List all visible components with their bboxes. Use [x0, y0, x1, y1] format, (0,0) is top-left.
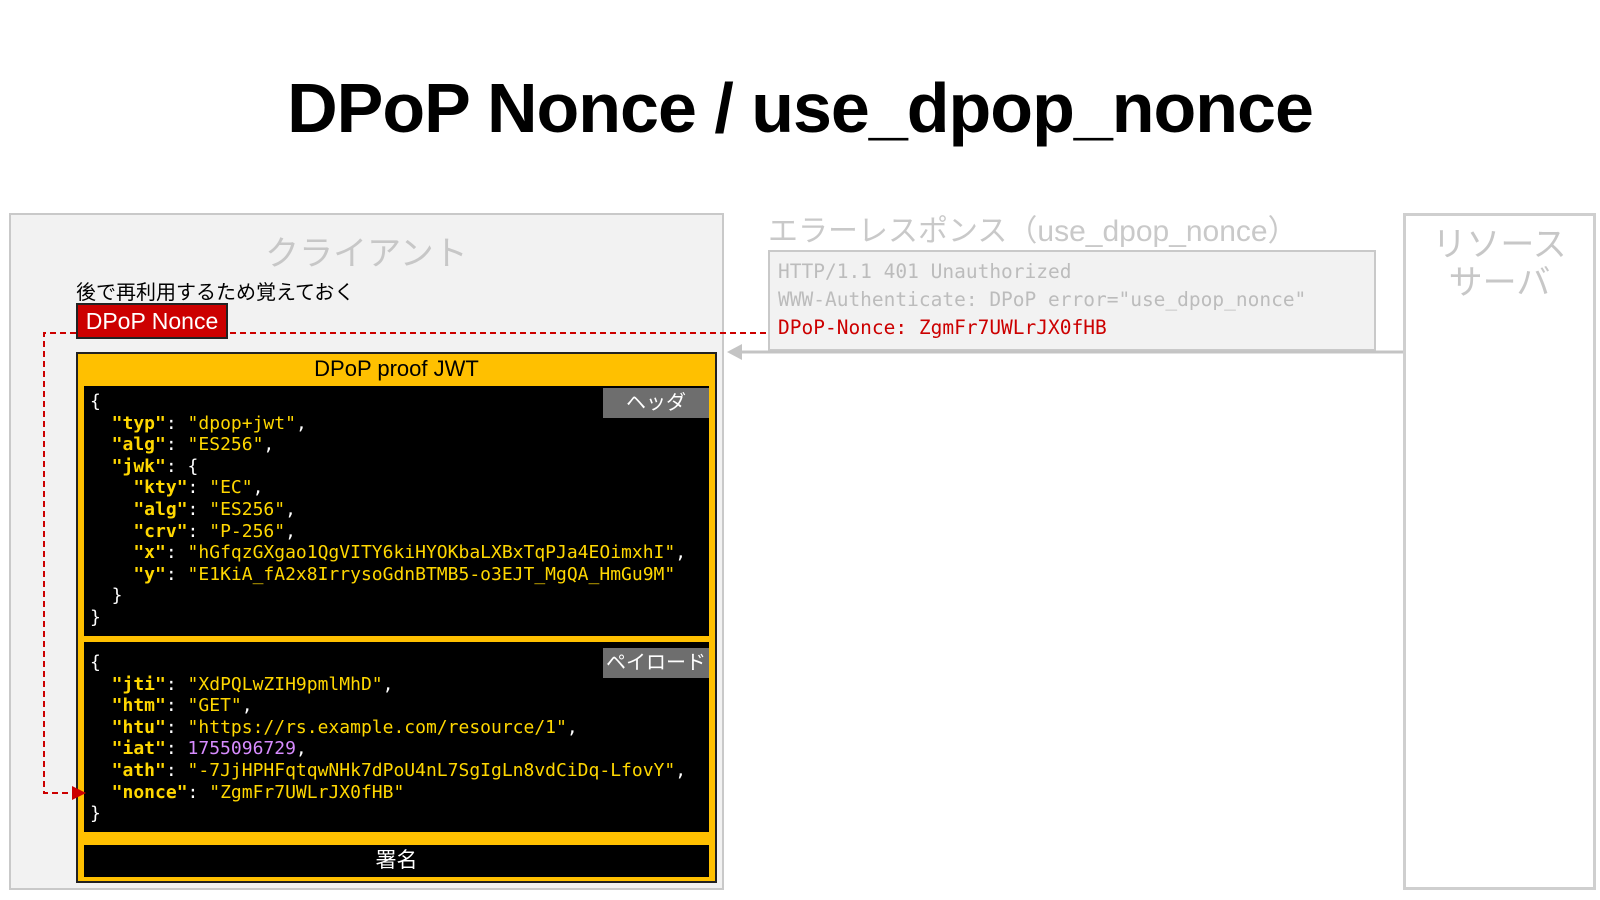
nonce-reuse-arrow-head: [72, 786, 86, 800]
connector-overlay: [43, 332, 1403, 800]
nonce-reuse-dashed-path: [43, 332, 76, 794]
response-arrow-head: [727, 344, 742, 360]
